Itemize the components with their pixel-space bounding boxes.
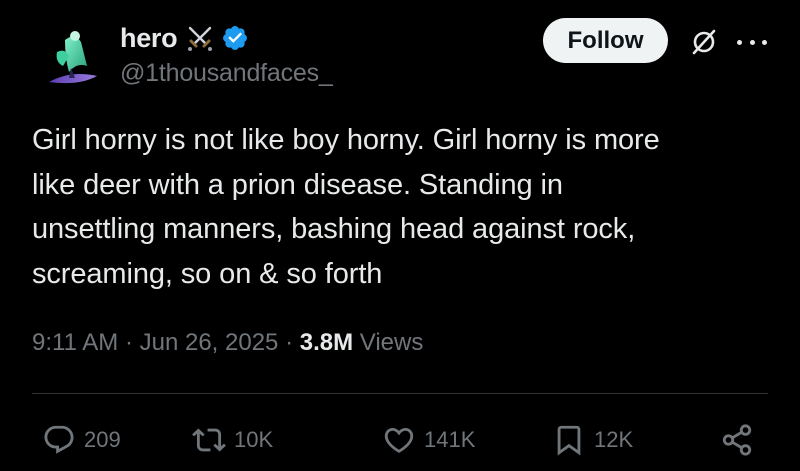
display-name[interactable]: hero [120,23,178,54]
share-icon [722,424,752,456]
tweet-date[interactable]: Jun 26, 2025 [140,329,279,357]
follow-button[interactable]: Follow [543,18,668,63]
share-button[interactable] [720,420,754,460]
like-button[interactable]: 141K [382,420,475,460]
meta-separator: · [118,329,140,356]
tweet-meta: 9:11 AM · Jun 26, 2025 · 3.8M Views [32,329,423,357]
meta-separator: · [278,329,300,356]
author-handle[interactable]: @1thousandfaces_ [120,59,333,88]
views-label: Views [353,329,424,356]
repost-count: 10K [234,427,274,452]
reply-icon [44,425,74,454]
more-options-icon[interactable] [733,30,771,54]
tweet-text: Girl horny is not like boy horny. Girl h… [32,124,660,290]
reply-button[interactable]: 209 [42,420,121,460]
crossed-swords-icon [188,26,213,51]
reply-count: 209 [84,427,121,452]
avatar[interactable] [35,22,107,94]
avatar-image [49,31,97,84]
divider [32,393,768,394]
tweet-time[interactable]: 9:11 AM [32,329,118,357]
repost-button[interactable]: 10K [192,420,273,460]
repost-icon [192,428,226,452]
verified-icon[interactable] [221,24,249,52]
bookmark-button[interactable]: 12K [552,420,633,460]
views-count: 3.8M [299,329,354,356]
like-count: 141K [424,427,476,452]
grok-icon[interactable] [689,27,719,57]
author-name-row: hero [120,20,249,56]
bookmark-icon [557,425,581,456]
bookmark-count: 12K [594,427,634,452]
heart-icon [384,427,414,453]
